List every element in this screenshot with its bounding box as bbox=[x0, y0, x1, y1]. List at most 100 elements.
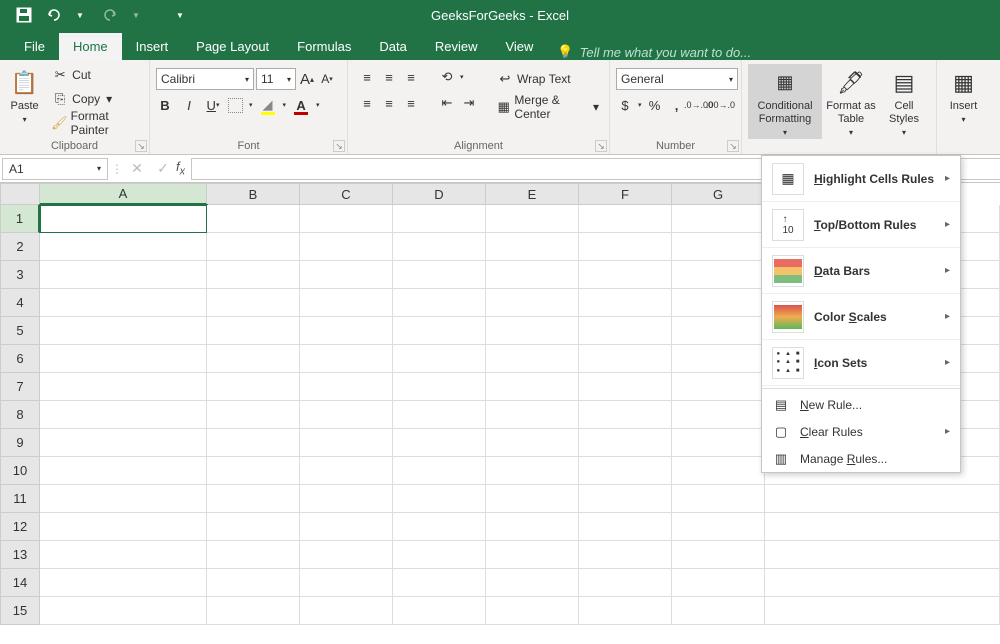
cell-G12[interactable] bbox=[672, 513, 765, 541]
cell-G14[interactable] bbox=[672, 569, 765, 597]
row-header-15[interactable]: 15 bbox=[0, 597, 40, 625]
cell-C5[interactable] bbox=[300, 317, 393, 345]
number-format-combo[interactable]: General▾ bbox=[616, 68, 738, 90]
tab-review[interactable]: Review bbox=[421, 33, 492, 60]
name-box-dropdown[interactable]: ▾ bbox=[97, 164, 101, 173]
cell-A9[interactable] bbox=[40, 429, 207, 457]
borders-button[interactable] bbox=[228, 98, 243, 113]
cell-B12[interactable] bbox=[207, 513, 300, 541]
cell-D7[interactable] bbox=[393, 373, 486, 401]
menu-data-bars[interactable]: Data Bars ▸ bbox=[762, 248, 960, 294]
cell-G15[interactable] bbox=[672, 597, 765, 625]
cell-C15[interactable] bbox=[300, 597, 393, 625]
cell-F2[interactable] bbox=[579, 233, 672, 261]
cell-styles-button[interactable]: ▤ Cell Styles▾ bbox=[880, 64, 928, 139]
menu-top-bottom[interactable]: ↑10 Top/Bottom Rules ▸ bbox=[762, 202, 960, 248]
paste-button[interactable]: 📋 Paste ▾ bbox=[6, 64, 43, 126]
cell-F11[interactable] bbox=[579, 485, 672, 513]
format-as-table-button[interactable]: 🖋 Format as Table▾ bbox=[822, 64, 880, 139]
cell-G8[interactable] bbox=[672, 401, 765, 429]
cell-B8[interactable] bbox=[207, 401, 300, 429]
menu-color-scales[interactable]: Color Scales ▸ bbox=[762, 294, 960, 340]
column-header-E[interactable]: E bbox=[486, 183, 579, 205]
percent-button[interactable]: % bbox=[646, 96, 664, 114]
cell-D11[interactable] bbox=[393, 485, 486, 513]
cell-B13[interactable] bbox=[207, 541, 300, 569]
cell-G10[interactable] bbox=[672, 457, 765, 485]
decrease-decimal-button[interactable]: .00→.0 bbox=[712, 96, 730, 114]
cell-F7[interactable] bbox=[579, 373, 672, 401]
menu-highlight-cells[interactable]: ▦ Highlight Cells Rules ▸ bbox=[762, 156, 960, 202]
name-box[interactable]: A1 ▾ bbox=[2, 158, 108, 180]
number-launcher[interactable]: ↘ bbox=[727, 140, 739, 152]
cell-C3[interactable] bbox=[300, 261, 393, 289]
cell-E3[interactable] bbox=[486, 261, 579, 289]
cell-F6[interactable] bbox=[579, 345, 672, 373]
bold-button[interactable]: B bbox=[156, 96, 174, 114]
fx-icon[interactable]: fx bbox=[176, 159, 185, 178]
redo-dropdown[interactable]: ▼ bbox=[122, 2, 150, 28]
row-header-5[interactable]: 5 bbox=[0, 317, 40, 345]
cell-D15[interactable] bbox=[393, 597, 486, 625]
row-header-6[interactable]: 6 bbox=[0, 345, 40, 373]
enter-formula-button[interactable]: ✓ bbox=[150, 160, 176, 177]
cell-B15[interactable] bbox=[207, 597, 300, 625]
cell[interactable] bbox=[765, 513, 1000, 541]
cell-F1[interactable] bbox=[579, 205, 672, 233]
decrease-font-button[interactable]: A▾ bbox=[318, 70, 336, 88]
cell-G3[interactable] bbox=[672, 261, 765, 289]
cell-A8[interactable] bbox=[40, 401, 207, 429]
cell-B6[interactable] bbox=[207, 345, 300, 373]
menu-icon-sets[interactable]: ●▲■●▲■●▲■ Icon Sets ▸ bbox=[762, 340, 960, 386]
cell-A7[interactable] bbox=[40, 373, 207, 401]
cell-G2[interactable] bbox=[672, 233, 765, 261]
cell-A10[interactable] bbox=[40, 457, 207, 485]
cell-D4[interactable] bbox=[393, 289, 486, 317]
cell-F14[interactable] bbox=[579, 569, 672, 597]
align-left-button[interactable]: ≡ bbox=[358, 94, 376, 112]
tell-me-input[interactable]: 💡 Tell me what you want to do... bbox=[547, 44, 1000, 60]
merge-center-button[interactable]: ▦Merge & Center▾ bbox=[492, 96, 603, 118]
cell-A3[interactable] bbox=[40, 261, 207, 289]
row-header-13[interactable]: 13 bbox=[0, 541, 40, 569]
cell-E2[interactable] bbox=[486, 233, 579, 261]
font-color-button[interactable]: A bbox=[292, 96, 310, 114]
orientation-button[interactable]: ⟲ bbox=[438, 68, 456, 86]
cell-E5[interactable] bbox=[486, 317, 579, 345]
comma-button[interactable]: , bbox=[668, 96, 686, 114]
row-header-4[interactable]: 4 bbox=[0, 289, 40, 317]
copy-button[interactable]: ⎘Copy▾ bbox=[47, 88, 143, 110]
row-header-3[interactable]: 3 bbox=[0, 261, 40, 289]
cell-E13[interactable] bbox=[486, 541, 579, 569]
redo-button[interactable] bbox=[96, 2, 124, 28]
cell-D2[interactable] bbox=[393, 233, 486, 261]
cell-B4[interactable] bbox=[207, 289, 300, 317]
cell-A12[interactable] bbox=[40, 513, 207, 541]
cell-B3[interactable] bbox=[207, 261, 300, 289]
cell-A2[interactable] bbox=[40, 233, 207, 261]
cell-B7[interactable] bbox=[207, 373, 300, 401]
cell-D3[interactable] bbox=[393, 261, 486, 289]
row-header-7[interactable]: 7 bbox=[0, 373, 40, 401]
cell-E1[interactable] bbox=[486, 205, 579, 233]
row-header-8[interactable]: 8 bbox=[0, 401, 40, 429]
row-header-2[interactable]: 2 bbox=[0, 233, 40, 261]
row-header-10[interactable]: 10 bbox=[0, 457, 40, 485]
cell-C1[interactable] bbox=[300, 205, 393, 233]
alignment-launcher[interactable]: ↘ bbox=[595, 140, 607, 152]
cell-B2[interactable] bbox=[207, 233, 300, 261]
cell-E8[interactable] bbox=[486, 401, 579, 429]
cell-C4[interactable] bbox=[300, 289, 393, 317]
cell-C11[interactable] bbox=[300, 485, 393, 513]
cell-C13[interactable] bbox=[300, 541, 393, 569]
cell-B11[interactable] bbox=[207, 485, 300, 513]
column-header-F[interactable]: F bbox=[579, 183, 672, 205]
column-header-A[interactable]: A bbox=[40, 183, 207, 205]
cell[interactable] bbox=[765, 597, 1000, 625]
cell-G13[interactable] bbox=[672, 541, 765, 569]
cell-D5[interactable] bbox=[393, 317, 486, 345]
qat-customize[interactable]: ▼ bbox=[166, 2, 194, 28]
cell-C2[interactable] bbox=[300, 233, 393, 261]
increase-decimal-button[interactable]: .0→.00 bbox=[690, 96, 708, 114]
column-header-D[interactable]: D bbox=[393, 183, 486, 205]
